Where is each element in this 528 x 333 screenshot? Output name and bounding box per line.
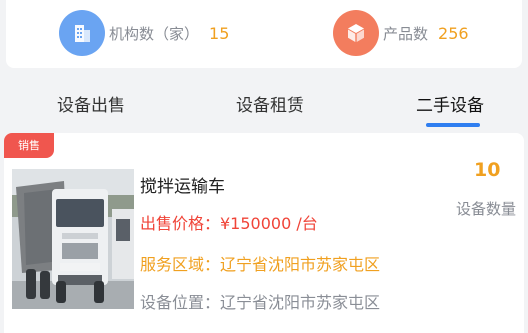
org-count-stat[interactable]: 机构数（家） 15: [59, 10, 229, 56]
truck-photo[interactable]: [12, 169, 134, 309]
building-icon: [59, 10, 105, 56]
tab-equipment-sale[interactable]: 设备出售: [57, 91, 125, 116]
equipment-count-value: 10: [474, 159, 501, 181]
active-tab-indicator: [426, 123, 480, 127]
product-count-value: 256: [438, 23, 469, 43]
service-area: 服务区域：辽宁省沈阳市苏家屯区: [140, 255, 381, 274]
sale-badge: 销售: [4, 133, 54, 158]
stats-card: 机构数（家） 15 产品数 256: [6, 0, 522, 68]
tab-equipment-rental[interactable]: 设备租赁: [236, 91, 304, 116]
product-count-stat[interactable]: 产品数 256: [333, 10, 469, 56]
box-icon: [333, 10, 379, 56]
org-count-value: 15: [209, 23, 230, 43]
org-count-label: 机构数（家）: [109, 24, 200, 43]
listing-card[interactable]: 销售 搅拌运输车 出售价格：¥150000 /台 服务区域：辽宁省沈阳市苏家屯区…: [4, 133, 524, 333]
tab-used-equipment[interactable]: 二手设备: [416, 91, 484, 116]
product-count-label: 产品数: [383, 24, 429, 43]
equipment-location: 设备位置：辽宁省沈阳市苏家屯区: [140, 293, 381, 312]
item-title[interactable]: 搅拌运输车: [140, 172, 225, 197]
category-tabs: 设备出售 设备租赁 二手设备: [0, 70, 528, 132]
equipment-count-label: 设备数量: [456, 200, 517, 218]
sale-price: 出售价格：¥150000 /台: [140, 214, 318, 233]
